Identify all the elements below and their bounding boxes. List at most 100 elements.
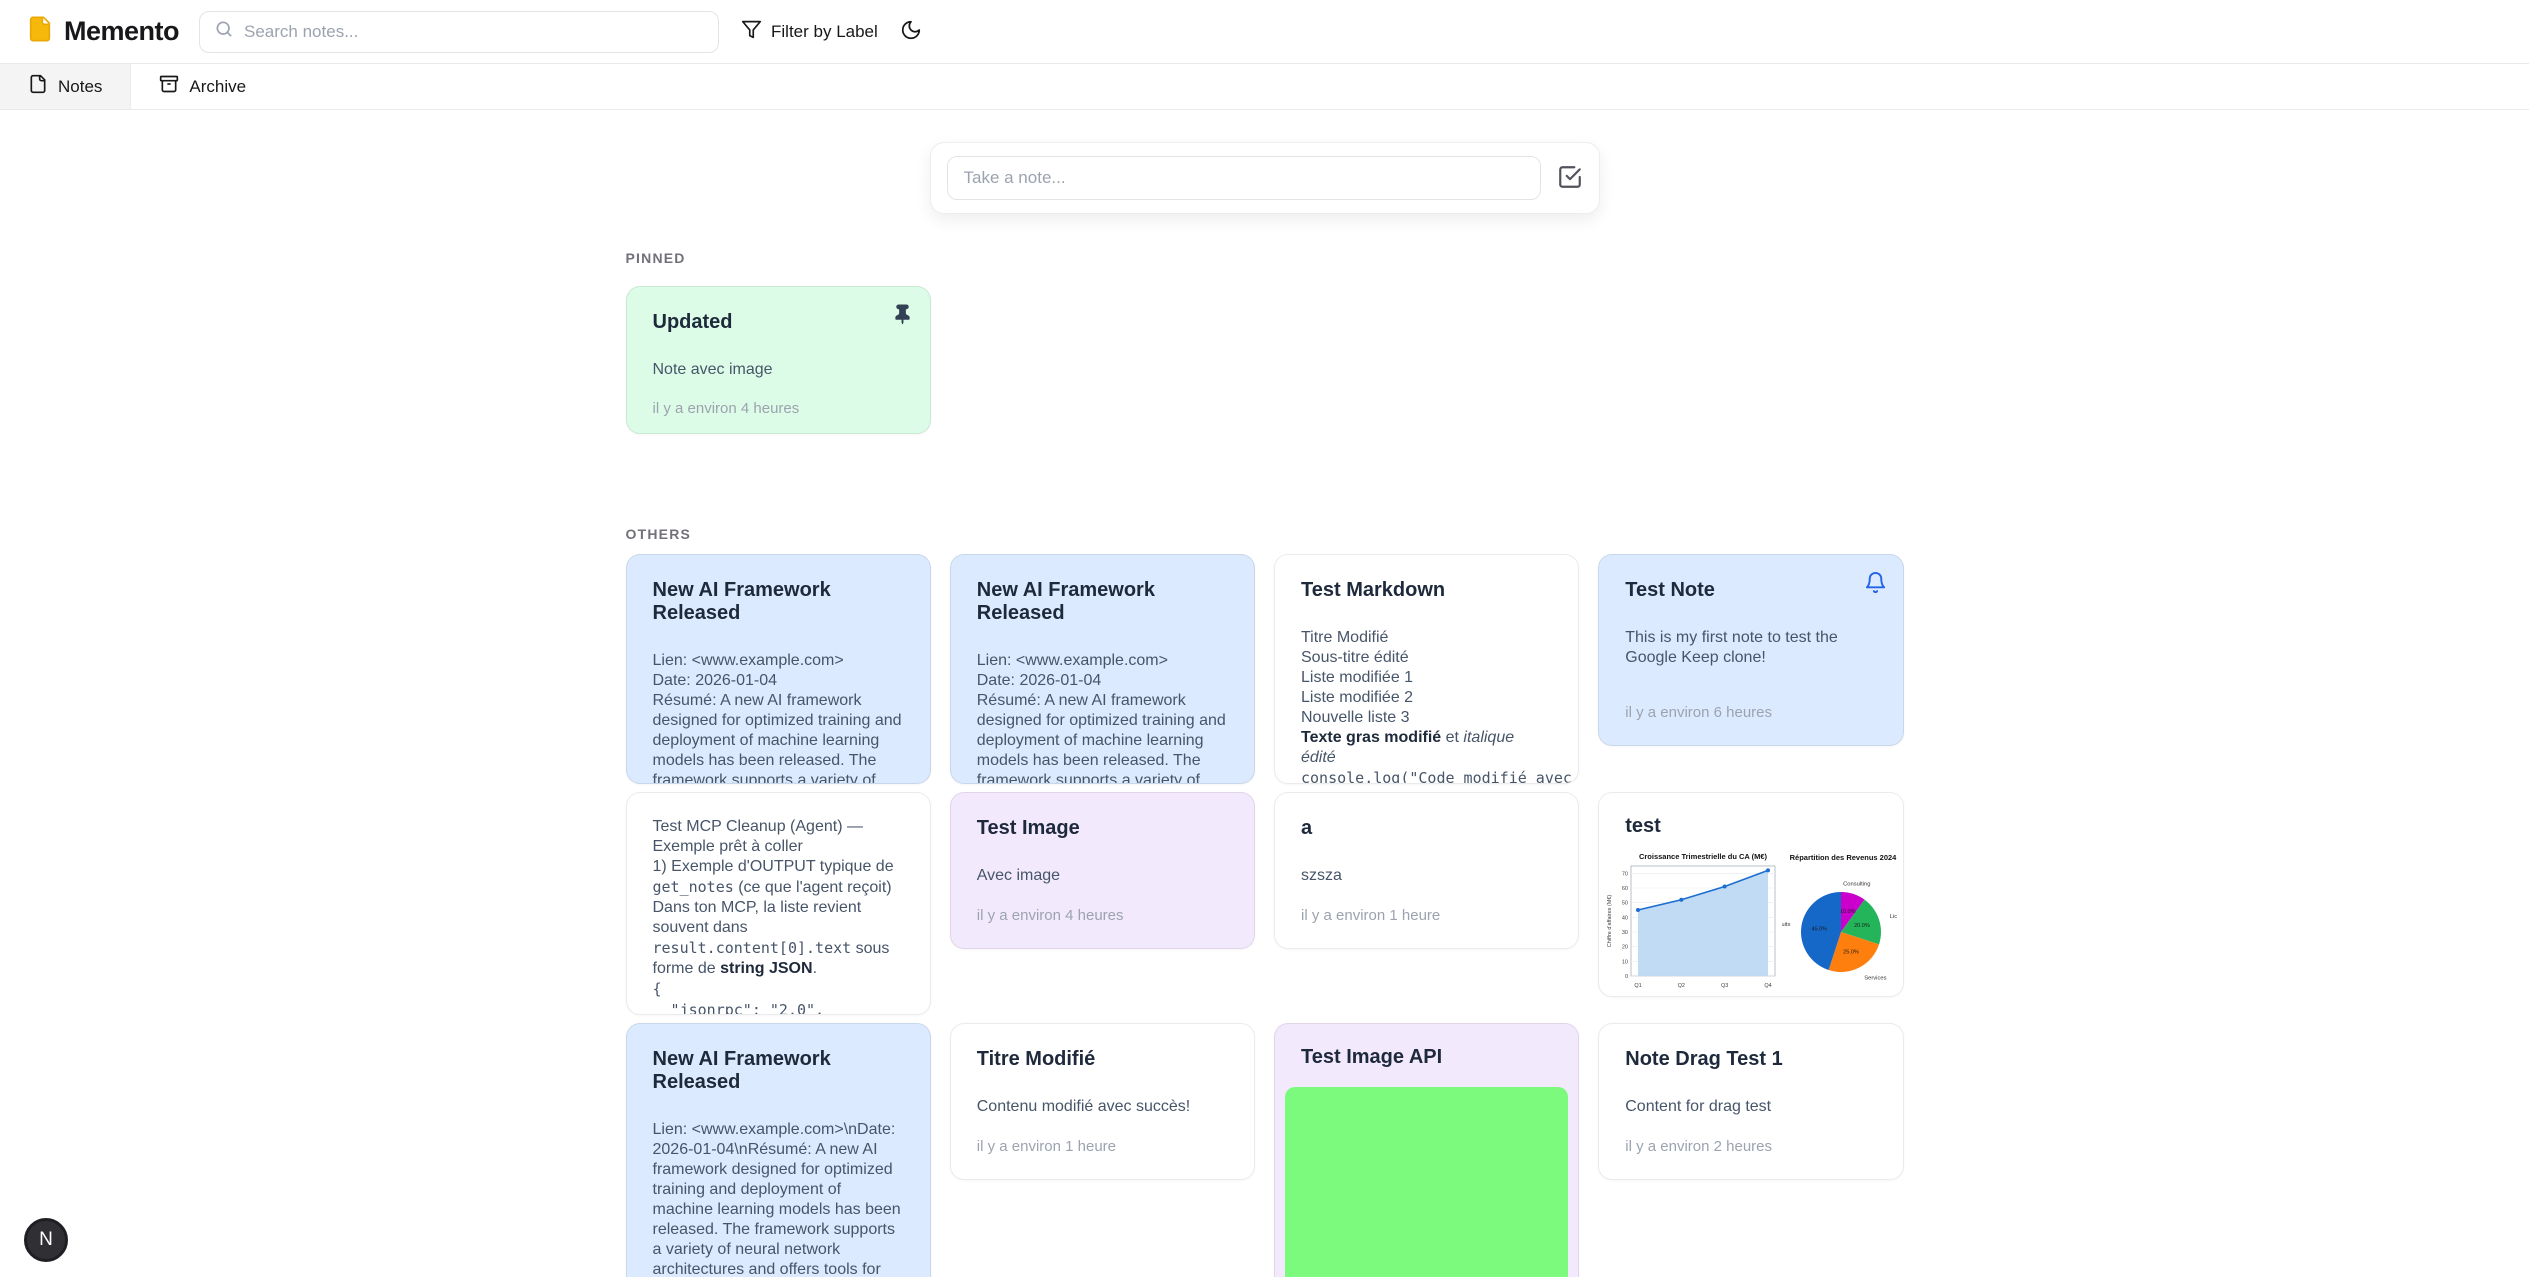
svg-text:40: 40 — [1622, 915, 1628, 921]
svg-text:45.0%: 45.0% — [1811, 927, 1827, 933]
note-card-a[interactable]: a szsza il y a environ 1 heure — [1274, 792, 1579, 949]
note-timestamp: il y a environ 4 heures — [653, 380, 904, 417]
tab-archive[interactable]: Archive — [131, 64, 274, 109]
svg-text:50: 50 — [1622, 901, 1628, 907]
note-title: Updated — [653, 311, 904, 334]
svg-text:10: 10 — [1622, 959, 1628, 965]
note-body: Content for drag test — [1625, 1097, 1876, 1117]
area-chart-image: Croissance Trimestrielle du CA (M€) 0 10 20… — [1605, 850, 1778, 992]
svg-text:0: 0 — [1625, 974, 1628, 980]
tab-notes[interactable]: Notes — [0, 64, 131, 109]
note-card-ai-framework-1[interactable]: New AI Framework Released Lien: <www.exa… — [626, 554, 931, 784]
note-images: Croissance Trimestrielle du CA (M€) 0 10 20… — [1605, 850, 1896, 992]
note-body: Lien: <www.example.com>\nDate: 2026-01-0… — [653, 1120, 904, 1277]
note-body: Lien: <www.example.com> Date: 2026-01-04… — [977, 651, 1228, 784]
svg-text:20.0%: 20.0% — [1854, 923, 1870, 929]
note-body: Lien: <www.example.com> Date: 2026-01-04… — [653, 651, 904, 784]
note-card-updated[interactable]: Updated Note avec image il y a environ 4… — [626, 286, 931, 434]
tab-notes-label: Notes — [58, 77, 102, 97]
svg-text:30: 30 — [1622, 930, 1628, 936]
note-timestamp: il y a environ 6 heures — [1625, 684, 1876, 721]
note-title: Test Image API — [1275, 1024, 1578, 1069]
note-card-test-note[interactable]: Test Note This is my first note to test … — [1598, 554, 1903, 746]
note-timestamp: il y a environ 1 heure — [1301, 887, 1552, 924]
note-card-test-image[interactable]: Test Image Avec image il y a environ 4 h… — [950, 792, 1255, 949]
note-card-test-charts[interactable]: test Croissance Trimestrielle du CA (M€)… — [1598, 792, 1903, 997]
svg-text:Croissance Trimestrielle du CA: Croissance Trimestrielle du CA (M€) — [1639, 852, 1768, 861]
note-image-green — [1285, 1087, 1568, 1277]
note-title: Test Note — [1625, 579, 1876, 602]
note-body: Test MCP Cleanup (Agent) — Exemple prêt … — [653, 817, 904, 1015]
take-a-note-input[interactable] — [947, 156, 1541, 200]
note-card-ai-framework-3[interactable]: New AI Framework Released Lien: <www.exa… — [626, 1023, 931, 1277]
note-card-ai-framework-2[interactable]: New AI Framework Released Lien: <www.exa… — [950, 554, 1255, 784]
app-header: Memento Filter by Label — [0, 0, 2529, 64]
svg-text:60: 60 — [1622, 886, 1628, 892]
svg-text:Licences: Licences — [1890, 914, 1897, 920]
note-timestamp: il y a environ 4 heures — [977, 887, 1228, 924]
svg-text:Consulting: Consulting — [1843, 881, 1870, 887]
pinned-grid: Updated Note avec image il y a environ 4… — [626, 286, 1904, 434]
note-file-icon — [26, 15, 54, 48]
note-timestamp: il y a environ 2 heures — [1625, 1118, 1876, 1155]
tab-archive-label: Archive — [189, 77, 246, 97]
check-square-icon — [1557, 164, 1583, 193]
note-body: szsza — [1301, 866, 1552, 886]
others-section-label: OTHERS — [626, 526, 1904, 542]
note-title: Test Image — [977, 817, 1228, 840]
avatar-initial: N — [39, 1229, 53, 1251]
note-body: This is my first note to test the Google… — [1625, 628, 1876, 668]
tab-bar: Notes Archive — [0, 64, 2529, 110]
bell-icon[interactable] — [1864, 571, 1887, 599]
user-avatar[interactable]: N — [24, 1218, 68, 1262]
search-icon — [214, 19, 234, 44]
note-title: Titre Modifié — [977, 1048, 1228, 1071]
svg-text:25.0%: 25.0% — [1843, 950, 1859, 956]
theme-toggle-button[interactable] — [900, 19, 922, 44]
archive-icon — [159, 74, 179, 99]
search-input[interactable] — [244, 22, 704, 42]
svg-text:10.0%: 10.0% — [1840, 909, 1856, 915]
page-title: Memento — [64, 16, 179, 47]
note-title: New AI Framework Released — [653, 1048, 904, 1094]
pin-icon[interactable] — [891, 303, 914, 331]
svg-text:70: 70 — [1622, 871, 1628, 877]
moon-icon — [900, 19, 922, 44]
note-card-note-drag[interactable]: Note Drag Test 1 Content for drag test i… — [1598, 1023, 1903, 1180]
svg-text:Q1: Q1 — [1635, 983, 1642, 989]
note-composer — [930, 142, 1600, 214]
svg-text:Services: Services — [1864, 976, 1886, 982]
svg-text:Chiffre d'affaires (M€): Chiffre d'affaires (M€) — [1607, 895, 1613, 948]
note-body: Avec image — [977, 866, 1228, 886]
svg-text:Q2: Q2 — [1678, 983, 1685, 989]
app-logo: Memento — [26, 15, 179, 48]
pie-chart-image: Répartition des Revenus 2024 10.0% Consult… — [1782, 850, 1897, 992]
note-card-test-markdown[interactable]: Test Markdown Titre Modifié Sous-titre é… — [1274, 554, 1579, 784]
note-timestamp: il y a environ 1 heure — [977, 1118, 1228, 1155]
note-title: Note Drag Test 1 — [1625, 1048, 1876, 1071]
note-title: Test Markdown — [1301, 579, 1552, 602]
note-title: test — [1599, 793, 1902, 838]
note-title: a — [1301, 817, 1552, 840]
svg-text:20: 20 — [1622, 945, 1628, 951]
note-body: Titre Modifié Sous-titre édité Liste mod… — [1301, 628, 1552, 784]
others-grid: New AI Framework Released Lien: <www.exa… — [626, 554, 1904, 1277]
note-card-test-image-api[interactable]: Test Image API — [1274, 1023, 1579, 1277]
svg-text:Répartition des Revenus 2024: Répartition des Revenus 2024 — [1790, 853, 1897, 862]
file-icon — [28, 74, 48, 99]
pinned-section-label: PINNED — [626, 250, 1904, 266]
svg-text:Q4: Q4 — [1765, 983, 1772, 989]
note-title: New AI Framework Released — [977, 579, 1228, 625]
filter-label: Filter by Label — [771, 22, 878, 42]
note-card-titre-modifie[interactable]: Titre Modifié Contenu modifié avec succè… — [950, 1023, 1255, 1180]
svg-text:Produits: Produits — [1782, 922, 1791, 928]
filter-by-label-button[interactable]: Filter by Label — [741, 19, 878, 45]
note-body: Note avec image — [653, 360, 904, 380]
search-box — [199, 11, 719, 53]
note-card-mcp-cleanup[interactable]: Test MCP Cleanup (Agent) — Exemple prêt … — [626, 792, 931, 1015]
new-checklist-button[interactable] — [1557, 164, 1583, 193]
filter-icon — [741, 19, 762, 45]
note-title: New AI Framework Released — [653, 579, 904, 625]
note-body: Contenu modifié avec succès! — [977, 1097, 1228, 1117]
svg-text:Q3: Q3 — [1721, 983, 1728, 989]
